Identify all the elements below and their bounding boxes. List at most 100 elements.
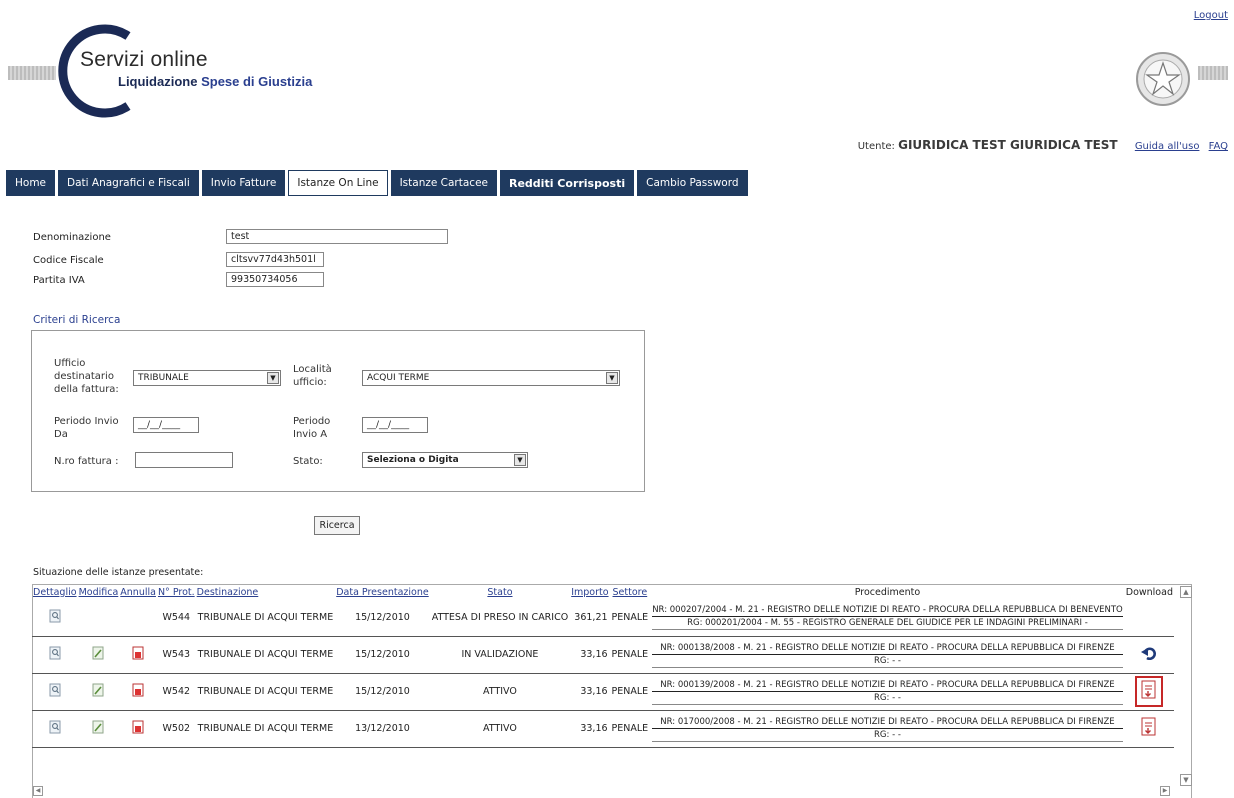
table-row: W544 TRIBUNALE DI ACQUI TERME 15/12/2010…	[32, 599, 1174, 637]
prot-cell: W502	[156, 710, 196, 748]
column-header-modifica[interactable]: Modifica	[78, 585, 120, 599]
detail-icon[interactable]	[49, 609, 61, 626]
logo-title: Servizi online	[80, 48, 208, 71]
periodo-da-input[interactable]: __/__/____	[133, 417, 199, 433]
prot-cell: W543	[156, 636, 196, 674]
nro-fattura-input[interactable]	[135, 452, 233, 468]
column-header-stato[interactable]: Stato	[430, 585, 571, 599]
edit-icon[interactable]	[92, 683, 104, 700]
logo-subtitle: Liquidazione Spese di Giustizia	[118, 74, 313, 89]
results-table: Dettaglio Modifica Annulla N° Prot. Dest…	[32, 585, 1174, 748]
column-header-dettaglio[interactable]: Dettaglio	[32, 585, 78, 599]
user-info-bar: Utente: GIURIDICA TEST GIURIDICA TEST Gu…	[858, 138, 1228, 152]
procedimento-rg: RG: - -	[652, 729, 1123, 742]
scroll-right-button[interactable]: ▶	[1160, 786, 1170, 796]
destinazione-cell: TRIBUNALE DI ACQUI TERME	[195, 710, 336, 748]
stato-cell: ATTIVO	[429, 710, 571, 748]
importo-cell: 33,16	[570, 636, 610, 674]
search-criteria-box: Ufficio destinatario della fattura: TRIB…	[31, 330, 645, 492]
table-row: W502 TRIBUNALE DI ACQUI TERME 13/12/2010…	[32, 710, 1174, 748]
procedimento-cell: NR: 000207/2004 - M. 21 - REGISTRO DELLE…	[650, 599, 1125, 637]
detail-icon[interactable]	[49, 646, 61, 663]
prot-cell: W544	[156, 599, 196, 637]
download-highlight	[1135, 676, 1164, 707]
cancel-icon[interactable]	[132, 646, 144, 663]
logout-link[interactable]: Logout	[1194, 10, 1228, 21]
tab-home[interactable]: Home	[6, 170, 56, 196]
data-cell: 15/12/2010	[335, 636, 430, 674]
user-name: GIURIDICA TEST GIURIDICA TEST	[898, 138, 1118, 152]
column-header-data[interactable]: Data Presentazione	[335, 585, 429, 599]
column-header-prot[interactable]: N° Prot.	[157, 585, 196, 599]
detail-icon[interactable]	[49, 720, 61, 737]
scroll-up-button[interactable]: ▲	[1180, 586, 1192, 598]
undo-icon[interactable]	[1141, 646, 1157, 663]
ufficio-label: Ufficio destinatario della fattura:	[54, 358, 119, 395]
faq-link[interactable]: FAQ	[1209, 141, 1228, 152]
table-row: W542 TRIBUNALE DI ACQUI TERME 15/12/2010…	[32, 673, 1174, 711]
header-decoration-left	[8, 66, 56, 80]
scroll-left-button[interactable]: ◀	[33, 786, 43, 796]
stato-select[interactable]: Seleziona o Digita ▼	[362, 452, 528, 468]
guide-link[interactable]: Guida all'uso	[1135, 141, 1200, 152]
stato-cell: ATTESA DI PRESO IN CARICO	[429, 599, 571, 637]
procedimento-rg: RG: - -	[652, 655, 1123, 668]
procedimento-nr: NR: 000207/2004 - M. 21 - REGISTRO DELLE…	[652, 605, 1123, 618]
pdf-download-icon[interactable]	[1139, 680, 1159, 703]
procedimento-nr: NR: 017000/2008 - M. 21 - REGISTRO DELLE…	[652, 716, 1123, 729]
results-title: Situazione delle istanze presentate:	[33, 567, 204, 578]
procedimento-rg: RG: - -	[652, 692, 1123, 705]
periodo-a-input[interactable]: __/__/____	[362, 417, 428, 433]
partita-iva-field: 99350734056	[226, 272, 324, 287]
stato-label: Stato:	[293, 456, 323, 467]
chevron-down-icon: ▼	[267, 372, 279, 384]
ufficio-select[interactable]: TRIBUNALE ▼	[133, 370, 281, 386]
stato-cell: ATTIVO	[429, 673, 571, 711]
codice-fiscale-label: Codice Fiscale	[33, 255, 104, 266]
chevron-down-icon: ▼	[514, 454, 526, 466]
importo-cell: 361,21	[570, 599, 610, 637]
tab-istanze-on-line[interactable]: Istanze On Line	[288, 170, 388, 196]
column-header-destinazione[interactable]: Destinazione	[196, 585, 336, 599]
settore-cell: PENALE	[609, 636, 651, 674]
cancel-icon[interactable]	[132, 720, 144, 737]
search-criteria-title: Criteri di Ricerca	[33, 314, 121, 326]
edit-icon[interactable]	[92, 720, 104, 737]
cancel-icon[interactable]	[132, 683, 144, 700]
tab-redditi-corrisposti[interactable]: Redditi Corrisposti	[500, 170, 635, 196]
tab-dati-anagrafici[interactable]: Dati Anagrafici e Fiscali	[58, 170, 199, 196]
procedimento-cell: NR: 017000/2008 - M. 21 - REGISTRO DELLE…	[650, 710, 1125, 748]
nro-fattura-label: N.ro fattura :	[54, 456, 119, 467]
column-header-download: Download	[1125, 586, 1173, 598]
procedimento-cell: NR: 000139/2008 - M. 21 - REGISTRO DELLE…	[650, 673, 1125, 711]
data-cell: 15/12/2010	[335, 673, 430, 711]
scroll-down-button[interactable]: ▼	[1180, 774, 1192, 786]
localita-select[interactable]: ACQUI TERME ▼	[362, 370, 620, 386]
tab-istanze-cartacee[interactable]: Istanze Cartacee	[390, 170, 497, 196]
settore-cell: PENALE	[609, 599, 651, 637]
stato-cell: IN VALIDAZIONE	[429, 636, 571, 674]
partita-iva-label: Partita IVA	[33, 275, 85, 286]
column-header-settore[interactable]: Settore	[610, 585, 651, 599]
localita-label: Località ufficio:	[293, 364, 332, 388]
detail-icon[interactable]	[49, 683, 61, 700]
chevron-down-icon: ▼	[606, 372, 618, 384]
denominazione-field: test	[226, 229, 448, 244]
data-cell: 13/12/2010	[335, 710, 430, 748]
column-header-procedimento: Procedimento	[854, 586, 921, 598]
tab-invio-fatture[interactable]: Invio Fatture	[201, 170, 286, 196]
column-header-annulla[interactable]: Annulla	[119, 585, 157, 599]
pdf-download-icon[interactable]	[1139, 717, 1159, 740]
procedimento-cell: NR: 000138/2008 - M. 21 - REGISTRO DELLE…	[650, 636, 1125, 674]
column-header-importo[interactable]: Importo	[570, 585, 609, 599]
settore-cell: PENALE	[609, 710, 651, 748]
codice-fiscale-field: cltsvv77d43h501l	[226, 252, 324, 267]
periodo-a-label: Periodo Invio A	[293, 416, 331, 440]
search-button[interactable]: Ricerca	[314, 516, 360, 535]
denominazione-label: Denominazione	[33, 232, 111, 243]
procedimento-rg: RG: 000201/2004 - M. 55 - REGISTRO GENER…	[652, 617, 1123, 631]
tab-cambio-password[interactable]: Cambio Password	[637, 170, 748, 196]
prot-cell: W542	[156, 673, 196, 711]
edit-icon[interactable]	[92, 646, 104, 663]
procedimento-nr: NR: 000139/2008 - M. 21 - REGISTRO DELLE…	[652, 679, 1123, 692]
